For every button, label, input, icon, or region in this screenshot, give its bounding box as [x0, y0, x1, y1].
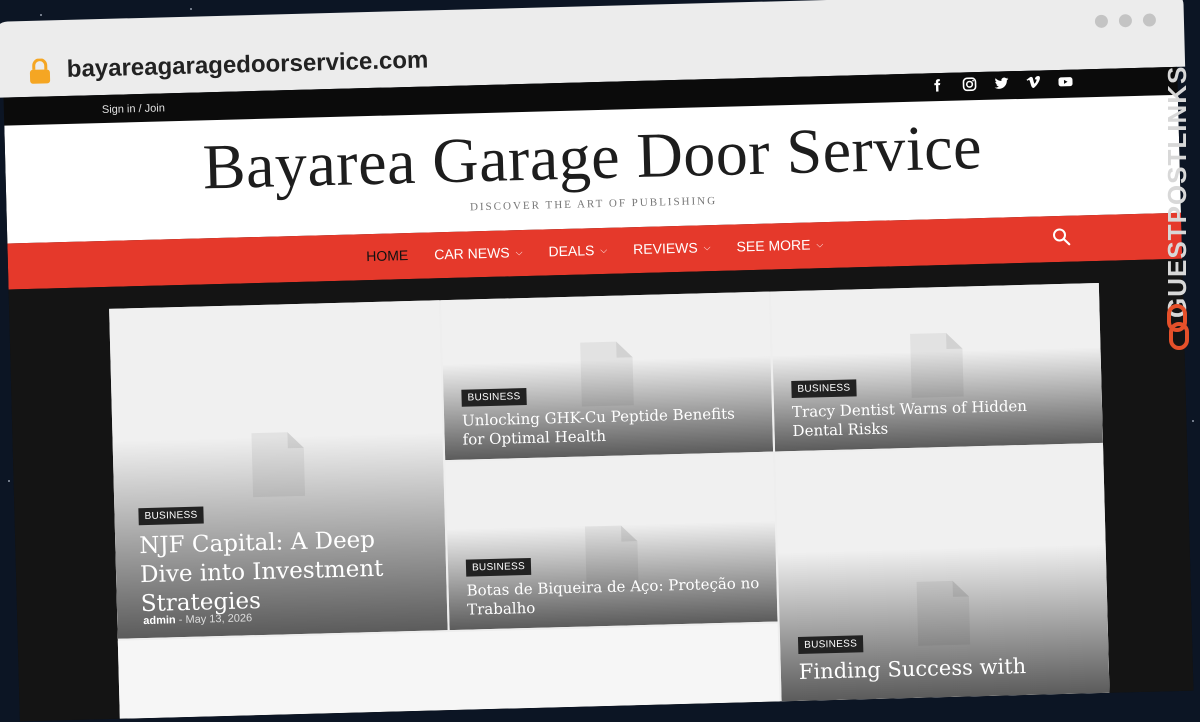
featured-posts-grid: BUSINESS NJF Capital: A Deep Dive into I…: [109, 282, 1110, 719]
featured-post-main[interactable]: BUSINESS NJF Capital: A Deep Dive into I…: [109, 300, 448, 639]
window-controls: [1094, 13, 1157, 28]
chain-link-icon: [1167, 304, 1189, 350]
chevron-down-icon: ⌵: [816, 238, 824, 249]
category-badge[interactable]: BUSINESS: [465, 557, 532, 577]
meta-separator: -: [178, 614, 183, 627]
post-author[interactable]: admin: [143, 614, 176, 627]
watermark-brand: GUESTPOSTLINKS: [1156, 58, 1200, 358]
nav-item-see-more[interactable]: SEE MORE ⌵: [736, 236, 824, 255]
instagram-icon[interactable]: [961, 76, 977, 92]
nav-item-label: SEE MORE: [736, 236, 811, 255]
vimeo-icon[interactable]: [1025, 74, 1041, 90]
twitter-icon[interactable]: [993, 75, 1009, 91]
nav-item-car-news[interactable]: CAR NEWS ⌵: [434, 244, 523, 262]
category-badge[interactable]: BUSINESS: [461, 387, 527, 407]
search-icon[interactable]: [1051, 227, 1072, 248]
nav-item-deals[interactable]: DEALS ⌵: [548, 242, 608, 260]
post-title[interactable]: Unlocking GHK-Cu Peptide Benefits for Op…: [462, 404, 753, 449]
post-title[interactable]: Tracy Dentist Warns of Hidden Dental Ris…: [792, 395, 1083, 440]
post-title[interactable]: Botas de Biqueira de Aço: Proteção no Tr…: [466, 574, 762, 619]
nav-item-label: CAR NEWS: [434, 244, 510, 263]
content-area: BUSINESS NJF Capital: A Deep Dive into I…: [8, 258, 1194, 722]
post-title[interactable]: NJF Capital: A Deep Dive into Investment…: [139, 525, 431, 619]
browser-window: bayareagaragedoorservice.com Sign in / J…: [0, 0, 1200, 722]
empty-post-slot: [117, 623, 780, 719]
window-dot-3[interactable]: [1142, 13, 1157, 27]
window-dot-1[interactable]: [1094, 14, 1109, 28]
signin-link[interactable]: Sign in / Join: [102, 102, 165, 116]
lock-icon: [29, 58, 51, 84]
window-dot-2[interactable]: [1118, 14, 1133, 28]
nav-item-home[interactable]: HOME: [366, 247, 408, 264]
page-viewport: Sign in / Join Bayarea Garage Door Servi…: [3, 66, 1194, 722]
facebook-icon[interactable]: [929, 77, 945, 93]
chevron-down-icon: ⌵: [703, 241, 711, 252]
social-links: [929, 74, 1073, 94]
nav-item-label: DEALS: [548, 242, 595, 260]
featured-post-3[interactable]: BUSINESS Tracy Dentist Warns of Hidden D…: [770, 282, 1103, 452]
featured-post-2[interactable]: BUSINESS Unlocking GHK-Cu Peptide Benefi…: [441, 291, 774, 461]
nav-item-reviews[interactable]: REVIEWS ⌵: [633, 239, 711, 257]
chevron-down-icon: ⌵: [600, 244, 608, 255]
category-badge[interactable]: BUSINESS: [138, 506, 204, 526]
nav-item-label: HOME: [366, 247, 409, 265]
address-bar-url[interactable]: bayareagaragedoorservice.com: [66, 46, 428, 83]
category-badge[interactable]: BUSINESS: [797, 635, 864, 654]
post-date: May 13, 2026: [185, 612, 253, 626]
featured-post-5[interactable]: BUSINESS Finding Success with: [775, 444, 1110, 702]
watermark-text: GUESTPOSTLINKS: [1162, 65, 1192, 318]
youtube-icon[interactable]: [1057, 74, 1073, 90]
nav-item-label: REVIEWS: [632, 239, 698, 258]
featured-post-4[interactable]: BUSINESS Botas de Biqueira de Aço: Prote…: [445, 453, 778, 631]
category-badge[interactable]: BUSINESS: [791, 379, 857, 399]
chevron-down-icon: ⌵: [515, 246, 523, 257]
